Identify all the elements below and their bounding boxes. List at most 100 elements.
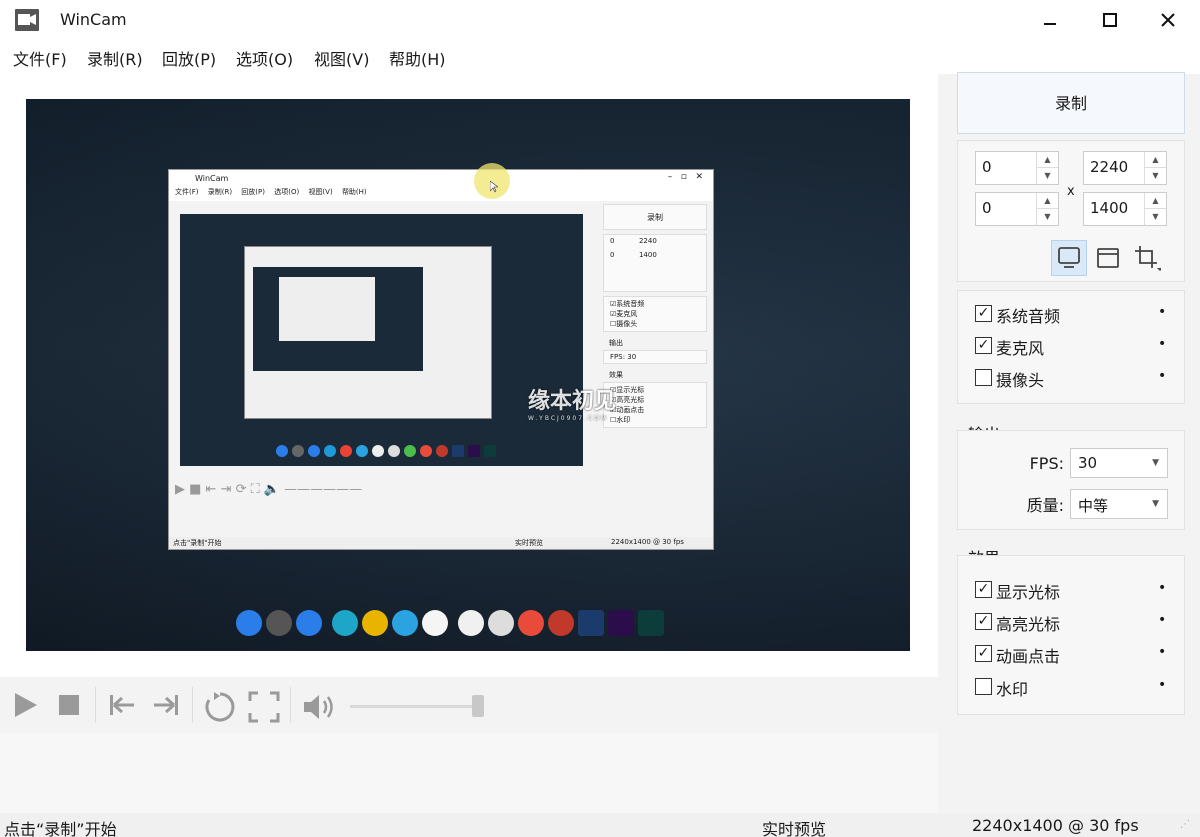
- quality-select[interactable]: 中等 ▼: [1070, 489, 1168, 519]
- record-app-icon: [548, 610, 574, 636]
- fullscreen-icon[interactable]: [248, 691, 280, 723]
- premiere-app-icon: [608, 610, 634, 636]
- webcam-option: 摄像头 •: [975, 366, 1175, 392]
- spin-up-icon[interactable]: ▲: [1037, 152, 1058, 168]
- minimize-button[interactable]: [1022, 0, 1078, 40]
- preview-pane: WinCam – ▫ ✕ 文件(F) 录制(R) 回放(P) 选项(O) 视图(…: [0, 74, 938, 677]
- spin-up-icon[interactable]: ▲: [1145, 152, 1166, 168]
- wechat-app-icon: [488, 610, 514, 636]
- monitor-icon: [1058, 247, 1080, 268]
- nested-menu-bar: 文件(F) 录制(R) 回放(P) 选项(O) 视图(V) 帮助(H): [169, 187, 713, 201]
- spin-down-icon[interactable]: ▼: [1145, 209, 1166, 225]
- menu-record[interactable]: 录制(R): [87, 46, 143, 70]
- playback-controls: [0, 677, 938, 733]
- spin-down-icon[interactable]: ▼: [1037, 209, 1058, 225]
- more-dot-icon[interactable]: •: [1158, 368, 1166, 384]
- menu-file[interactable]: 文件(F): [13, 46, 67, 70]
- menu-playback[interactable]: 回放(P): [162, 46, 216, 70]
- menu-help[interactable]: 帮助(H): [389, 46, 446, 70]
- webcam-checkbox[interactable]: [975, 369, 992, 386]
- more-dot-icon[interactable]: •: [1158, 336, 1166, 352]
- more-dot-icon[interactable]: •: [1158, 304, 1166, 320]
- region-y-spinner[interactable]: 0 ▲ ▼: [975, 192, 1059, 226]
- region-width-spinner[interactable]: 2240 ▲ ▼: [1083, 151, 1167, 185]
- show-cursor-option: ✓ 显示光标 •: [975, 578, 1175, 604]
- status-bar: 点击“录制”开始 实时预览 2240x1400 @ 30 fps ⋰: [0, 813, 1200, 837]
- play-icon[interactable]: [13, 691, 39, 719]
- status-hint: 点击“录制”开始: [4, 820, 117, 837]
- audition-app-icon: [638, 610, 664, 636]
- fps-select[interactable]: 30 ▼: [1070, 448, 1168, 478]
- spin-up-icon[interactable]: ▲: [1145, 193, 1166, 209]
- watermark-text: 缘本初见 W.YBCJ0907.COM: [528, 389, 617, 422]
- times-sign: x: [1067, 184, 1075, 199]
- show-cursor-checkbox[interactable]: ✓: [975, 581, 992, 598]
- more-dot-icon[interactable]: •: [1158, 677, 1166, 693]
- animate-click-option: ✓ 动画点击 •: [975, 642, 1175, 668]
- nested-status-bar: 点击"录制"开始 实时预览 2240x1400 @ 30 fps: [169, 537, 713, 549]
- desktop-dock: [236, 610, 664, 636]
- chevron-down-icon: ▼: [1152, 499, 1159, 509]
- window-title: WinCam: [60, 10, 127, 29]
- nested-dock: [276, 445, 496, 457]
- camera-app-icon: [15, 9, 39, 31]
- resize-grip-icon[interactable]: ⋰: [1180, 819, 1190, 830]
- watermark-option: 水印 •: [975, 675, 1175, 701]
- minimize-icon: [1044, 23, 1056, 25]
- fps-label: FPS:: [1029, 454, 1064, 473]
- more-dot-icon[interactable]: •: [1158, 580, 1166, 596]
- status-mode: 实时预览: [762, 820, 827, 837]
- nested-playback-controls: ▶ ■ ⇤ ⇥ ⟳ ⛶ 🔈 ——————: [175, 482, 363, 497]
- nested-preview-level2: [244, 246, 492, 419]
- home-app-icon: [236, 610, 262, 636]
- settings-app-icon: [266, 610, 292, 636]
- spin-down-icon[interactable]: ▼: [1037, 168, 1058, 184]
- highlight-cursor-option: ✓ 高亮光标 •: [975, 610, 1175, 636]
- live-preview: WinCam – ▫ ✕ 文件(F) 录制(R) 回放(P) 选项(O) 视图(…: [26, 99, 910, 651]
- nested-window-title: WinCam: [195, 174, 229, 183]
- telegram-app-icon: [392, 610, 418, 636]
- volume-slider-track[interactable]: [350, 705, 484, 708]
- menu-view[interactable]: 视图(V): [314, 46, 369, 70]
- microphone-checkbox[interactable]: ✓: [975, 337, 992, 354]
- more-dot-icon[interactable]: •: [1158, 612, 1166, 628]
- download-app-icon: [296, 610, 322, 636]
- skip-to-end-icon[interactable]: [152, 691, 180, 719]
- maximize-icon: [1103, 13, 1117, 27]
- loop-icon[interactable]: [204, 691, 236, 723]
- chrome-app-icon: [362, 610, 388, 636]
- window-mode-button[interactable]: [1090, 240, 1126, 276]
- volume-icon[interactable]: [302, 691, 336, 723]
- spin-down-icon[interactable]: ▼: [1145, 168, 1166, 184]
- fullscreen-mode-button[interactable]: [1051, 240, 1087, 276]
- region-x-spinner[interactable]: 0 ▲ ▼: [975, 151, 1059, 185]
- menu-options[interactable]: 选项(O): [236, 46, 293, 70]
- spin-up-icon[interactable]: ▲: [1037, 193, 1058, 209]
- maximize-button[interactable]: [1082, 0, 1138, 40]
- highlight-cursor-checkbox[interactable]: ✓: [975, 613, 992, 630]
- microphone-option: ✓ 麦克风 •: [975, 334, 1175, 360]
- region-mode-button[interactable]: [1129, 240, 1165, 276]
- region-height-spinner[interactable]: 1400 ▲ ▼: [1083, 192, 1167, 226]
- more-dot-icon[interactable]: •: [1158, 644, 1166, 660]
- edge-app-icon: [332, 610, 358, 636]
- nested-wincam-window: WinCam – ▫ ✕ 文件(F) 录制(R) 回放(P) 选项(O) 视图(…: [168, 169, 714, 550]
- chevron-down-icon: ▼: [1152, 458, 1159, 468]
- nested-side-panel: 录制 0 2240 0 1400 ☑系统音频 ☑麦克风 ☐摄像头 输出 FPS:…: [603, 204, 707, 494]
- watermark-checkbox[interactable]: [975, 678, 992, 695]
- record-button[interactable]: 录制: [957, 72, 1185, 134]
- close-button[interactable]: [1140, 0, 1196, 40]
- stop-icon[interactable]: [57, 691, 81, 719]
- status-resolution: 2240x1400 @ 30 fps: [972, 816, 1139, 835]
- log-area: [0, 733, 938, 813]
- qq-app-icon: [458, 610, 484, 636]
- quality-label: 质量:: [1026, 496, 1064, 515]
- system-audio-option: ✓ 系统音频 •: [975, 302, 1175, 328]
- crop-icon: [1135, 246, 1161, 271]
- nested-window-controls-icon: – ▫ ✕: [667, 172, 703, 182]
- volume-slider-thumb[interactable]: [472, 695, 484, 717]
- system-audio-checkbox[interactable]: ✓: [975, 305, 992, 322]
- animate-click-checkbox[interactable]: ✓: [975, 645, 992, 662]
- nested-preview: [180, 214, 583, 466]
- skip-to-start-icon[interactable]: [108, 691, 136, 719]
